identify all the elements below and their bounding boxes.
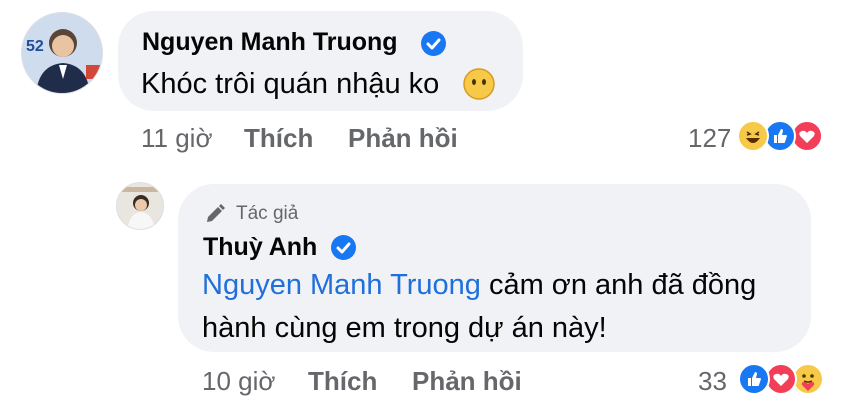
svg-text:52: 52 bbox=[26, 38, 44, 55]
reply-reply-button[interactable]: Phản hồi bbox=[412, 366, 522, 397]
neutral-emoji-icon bbox=[463, 68, 495, 100]
reply-reaction-count[interactable]: 33 bbox=[698, 366, 727, 397]
verified-badge-icon bbox=[421, 31, 446, 56]
commenter-avatar[interactable]: 52 bbox=[21, 12, 103, 94]
mention-link[interactable]: Nguyen Manh Truong bbox=[202, 269, 481, 301]
reply-time[interactable]: 10 giờ bbox=[202, 366, 275, 397]
reaction-count[interactable]: 127 bbox=[688, 123, 731, 154]
comment-text: Khóc trôi quán nhậu ko bbox=[141, 65, 439, 104]
reply-text-part1: cảm ơn anh đã đồng bbox=[488, 269, 757, 301]
person-icon: 52 bbox=[22, 13, 102, 93]
pen-icon bbox=[207, 204, 225, 222]
like-button[interactable]: Thích bbox=[244, 123, 313, 154]
like-icon[interactable] bbox=[738, 363, 770, 395]
person-icon bbox=[117, 183, 163, 229]
reply-button[interactable]: Phản hồi bbox=[348, 123, 458, 154]
haha-icon[interactable] bbox=[737, 120, 769, 152]
author-badge: Tác giả bbox=[236, 203, 299, 224]
reply-like-button[interactable]: Thích bbox=[308, 366, 377, 397]
reply-text-line1: Nguyen Manh Truong cảm ơn anh đã đồng bbox=[202, 266, 756, 305]
comment-time[interactable]: 11 giờ bbox=[141, 123, 213, 154]
reply-text-line2: hành cùng em trong dự án này! bbox=[202, 312, 607, 344]
comment-text-content: Khóc trôi quán nhậu ko bbox=[141, 68, 440, 100]
reply-author-name[interactable]: Thuỳ Anh bbox=[203, 233, 317, 262]
reply-author-avatar[interactable] bbox=[116, 182, 164, 230]
comment-author-name[interactable]: Nguyen Manh Truong bbox=[142, 28, 398, 57]
verified-badge-icon bbox=[331, 235, 356, 260]
